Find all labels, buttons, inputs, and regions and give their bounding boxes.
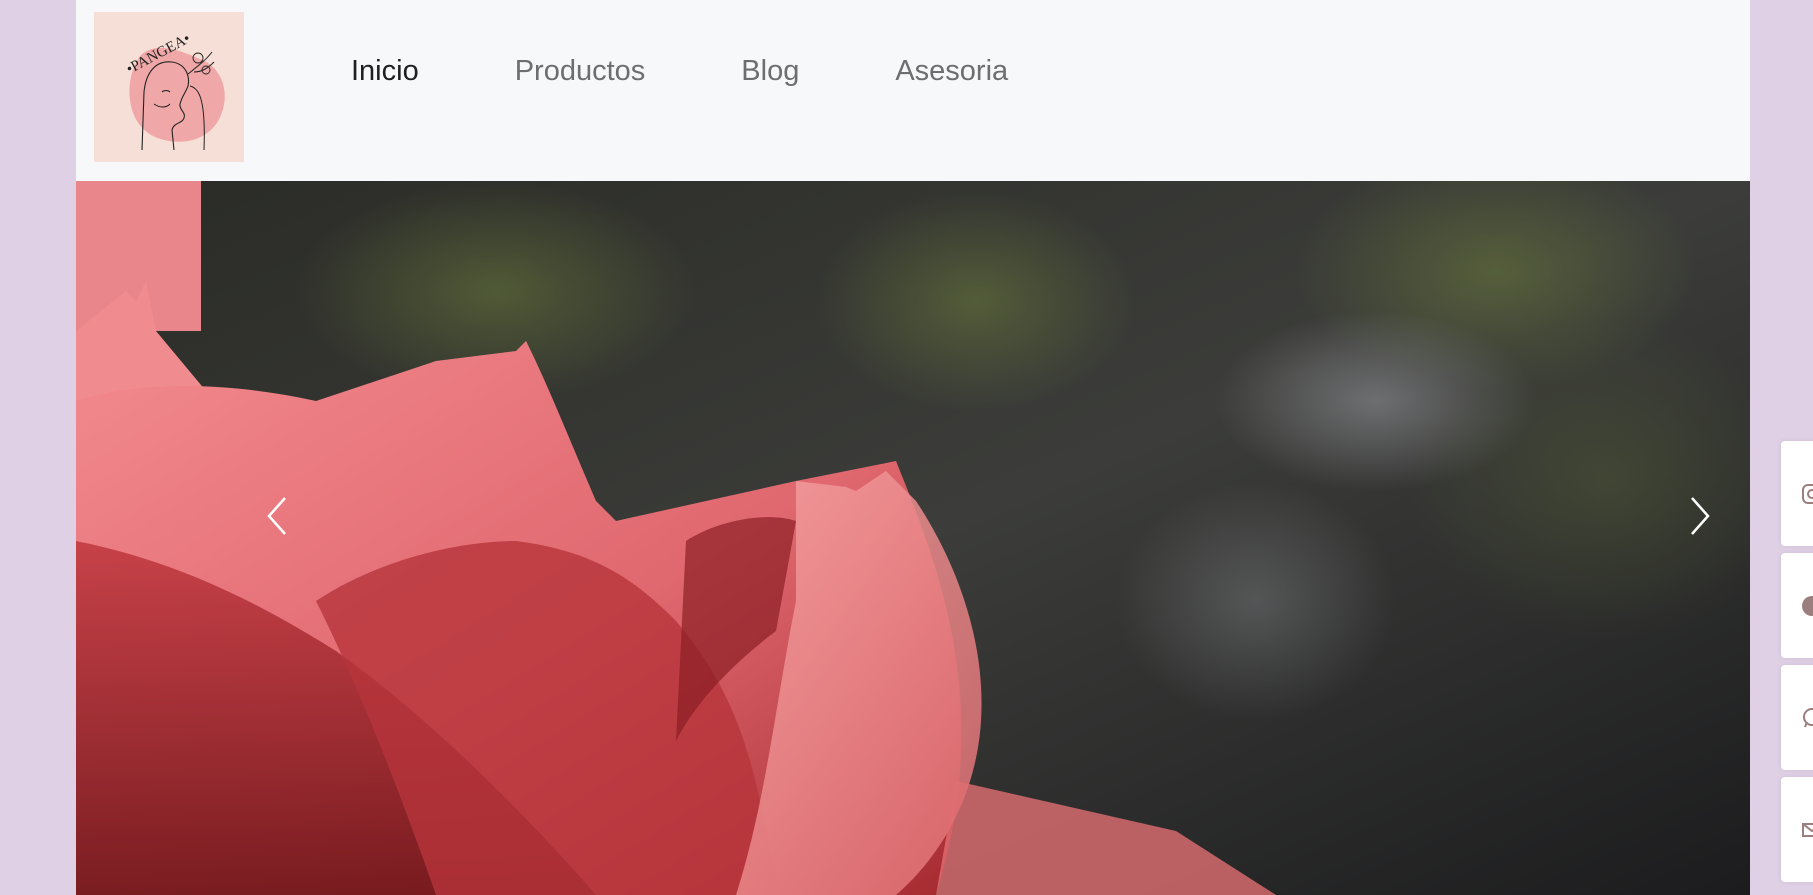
hero-carousel [76, 181, 1750, 895]
instagram-icon [1801, 483, 1813, 505]
social-instagram-button[interactable] [1781, 441, 1813, 546]
logo[interactable]: •PANGEA• [94, 12, 244, 162]
pangea-logo-icon: •PANGEA• [94, 12, 244, 162]
main-nav: Inicio Productos Blog Asesoria [351, 46, 1104, 96]
email-icon [1801, 819, 1813, 841]
facebook-icon [1801, 595, 1813, 617]
social-facebook-button[interactable] [1781, 553, 1813, 658]
chevron-right-icon [1691, 497, 1710, 535]
nav-item-inicio[interactable]: Inicio [351, 46, 419, 96]
carousel-prev-button[interactable] [242, 481, 312, 551]
nav-item-blog[interactable]: Blog [741, 46, 799, 96]
nav-item-asesoria[interactable]: Asesoria [895, 46, 1008, 96]
social-whatsapp-button[interactable] [1781, 665, 1813, 770]
nav-item-productos[interactable]: Productos [515, 46, 646, 96]
page: •PANGEA• Inicio Productos Blog Asesoria [76, 0, 1750, 895]
chevron-left-icon [267, 497, 286, 535]
whatsapp-icon [1801, 707, 1813, 729]
carousel-next-button[interactable] [1665, 481, 1735, 551]
social-email-button[interactable] [1781, 777, 1813, 882]
hero-flower-image [76, 181, 1750, 895]
navbar: •PANGEA• Inicio Productos Blog Asesoria [76, 0, 1750, 181]
